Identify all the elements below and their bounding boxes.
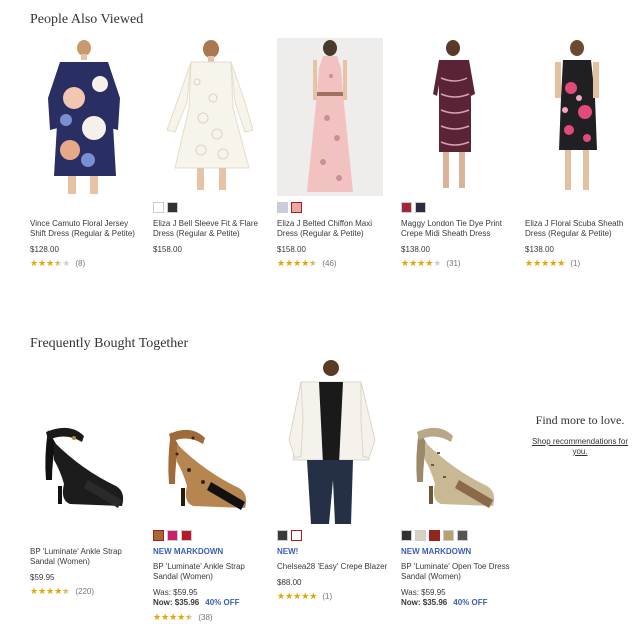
review-count[interactable]: (38) bbox=[198, 613, 212, 622]
review-count[interactable]: (1) bbox=[570, 259, 580, 268]
discount-label: 40% OFF bbox=[205, 598, 240, 607]
product-name[interactable]: Eliza J Bell Sleeve Fit & Flare Dress (R… bbox=[153, 219, 265, 239]
color-swatch[interactable] bbox=[153, 202, 164, 213]
color-swatch[interactable] bbox=[415, 202, 426, 213]
product-price: $128.00 bbox=[30, 245, 59, 254]
product-rating: ★★★★★★★★★★ (46) bbox=[277, 258, 389, 268]
product-name[interactable]: BP 'Luminate' Ankle Strap Sandal (Women) bbox=[30, 547, 142, 567]
product-name[interactable]: BP 'Luminate' Open Toe Dress Sandal (Wom… bbox=[401, 562, 513, 582]
swatch-row bbox=[401, 202, 513, 213]
product-price: $88.00 bbox=[277, 578, 302, 587]
review-count[interactable]: (220) bbox=[75, 587, 94, 596]
review-count[interactable]: (1) bbox=[322, 592, 332, 601]
review-count[interactable]: (31) bbox=[446, 259, 460, 268]
color-swatch-selected[interactable] bbox=[429, 530, 440, 541]
product-price: $158.00 bbox=[153, 245, 182, 254]
product-card[interactable]: NEW MARKDOWN BP 'Luminate' Ankle Strap S… bbox=[153, 360, 265, 622]
product-card[interactable]: Vince Camuto Floral Jersey Shift Dress (… bbox=[30, 38, 142, 268]
star-rating-icon: ★★★★★★★★★★ bbox=[401, 258, 442, 268]
color-swatch[interactable] bbox=[181, 530, 192, 541]
product-image[interactable] bbox=[277, 38, 383, 196]
product-card[interactable]: NEW! Chelsea28 'Easy' Crepe Blazer $88.0… bbox=[277, 360, 389, 601]
product-image[interactable] bbox=[277, 360, 389, 524]
color-swatch-selected[interactable] bbox=[291, 202, 302, 213]
section-title-frequently-bought-together: Frequently Bought Together bbox=[30, 336, 189, 351]
product-price: $158.00 bbox=[277, 245, 306, 254]
star-rating-icon: ★★★★★★★★★★ bbox=[153, 612, 194, 622]
was-price: Was: $59.95 bbox=[153, 588, 198, 597]
star-rating-icon: ★★★★★★★★★★ bbox=[30, 258, 71, 268]
color-swatch[interactable] bbox=[415, 530, 426, 541]
product-card[interactable]: Eliza J Floral Scuba Sheath Dress (Regul… bbox=[525, 38, 635, 268]
swatch-row bbox=[153, 530, 265, 541]
star-rating-icon: ★★★★★★★★★★ bbox=[30, 586, 71, 596]
now-price: Now: $35.96 40% OFF bbox=[153, 598, 240, 607]
swatch-row bbox=[30, 202, 142, 213]
color-swatch[interactable] bbox=[401, 202, 412, 213]
product-rating: ★★★★★★★★★★ (220) bbox=[30, 586, 142, 596]
product-card[interactable]: Eliza J Belted Chiffon Maxi Dress (Regul… bbox=[277, 38, 389, 268]
section-title-people-also-viewed: People Also Viewed bbox=[30, 12, 144, 27]
product-card[interactable]: NEW MARKDOWN BP 'Luminate' Open Toe Dres… bbox=[401, 360, 513, 608]
swatch-row bbox=[277, 530, 389, 541]
product-name[interactable]: Eliza J Floral Scuba Sheath Dress (Regul… bbox=[525, 219, 635, 239]
markdown-badge: NEW MARKDOWN bbox=[401, 547, 472, 556]
product-image[interactable] bbox=[30, 360, 142, 524]
color-swatch-selected[interactable] bbox=[153, 530, 164, 541]
product-name[interactable]: Maggy London Tie Dye Print Crepe Midi Sh… bbox=[401, 219, 513, 239]
product-name[interactable]: BP 'Luminate' Ankle Strap Sandal (Women) bbox=[153, 562, 265, 582]
product-rating: ★★★★★★★★★★ (8) bbox=[30, 258, 142, 268]
product-image[interactable] bbox=[153, 38, 265, 196]
star-rating-icon: ★★★★★★★★★★ bbox=[277, 258, 318, 268]
color-swatch[interactable] bbox=[457, 530, 468, 541]
star-rating-icon: ★★★★★★★★★★ bbox=[525, 258, 566, 268]
product-image[interactable] bbox=[153, 360, 265, 524]
product-image[interactable] bbox=[401, 360, 513, 524]
new-badge: NEW! bbox=[277, 547, 299, 556]
product-rating: ★★★★★★★★★★ (38) bbox=[153, 612, 265, 622]
product-price: $138.00 bbox=[525, 245, 554, 254]
product-image[interactable] bbox=[401, 38, 513, 196]
product-name[interactable]: Vince Camuto Floral Jersey Shift Dress (… bbox=[30, 219, 142, 239]
color-swatch[interactable] bbox=[401, 530, 412, 541]
swatch-row bbox=[525, 202, 635, 213]
color-swatch[interactable] bbox=[167, 202, 178, 213]
product-price: $59.95 bbox=[30, 573, 55, 582]
product-rating: ★★★★★★★★★★ (31) bbox=[401, 258, 513, 268]
product-card[interactable]: Maggy London Tie Dye Print Crepe Midi Sh… bbox=[401, 38, 513, 268]
product-price: $138.00 bbox=[401, 245, 430, 254]
review-count[interactable]: (8) bbox=[75, 259, 85, 268]
product-name[interactable]: Eliza J Belted Chiffon Maxi Dress (Regul… bbox=[277, 219, 389, 239]
swatch-row bbox=[277, 202, 389, 213]
recommendations-promo: Find more to love. Shop recommendations … bbox=[530, 414, 630, 457]
swatch-row bbox=[153, 202, 265, 213]
swatch-row bbox=[401, 530, 513, 541]
product-image[interactable] bbox=[525, 38, 635, 196]
product-card[interactable]: Eliza J Bell Sleeve Fit & Flare Dress (R… bbox=[153, 38, 265, 254]
product-image[interactable] bbox=[30, 38, 142, 196]
star-rating-icon: ★★★★★★★★★★ bbox=[277, 591, 318, 601]
color-swatch[interactable] bbox=[277, 530, 288, 541]
product-card[interactable]: BP 'Luminate' Ankle Strap Sandal (Women)… bbox=[30, 360, 142, 596]
review-count[interactable]: (46) bbox=[322, 259, 336, 268]
shop-recommendations-link[interactable]: Shop recommendations for you. bbox=[530, 437, 630, 457]
product-name[interactable]: Chelsea28 'Easy' Crepe Blazer bbox=[277, 562, 389, 572]
discount-label: 40% OFF bbox=[453, 598, 488, 607]
promo-heading: Find more to love. bbox=[535, 413, 625, 427]
product-rating: ★★★★★ ★★★★★ (1) bbox=[277, 591, 389, 601]
was-price: Was: $59.95 bbox=[401, 588, 446, 597]
markdown-badge: NEW MARKDOWN bbox=[153, 547, 224, 556]
color-swatch[interactable] bbox=[277, 202, 288, 213]
product-rating: ★★★★★ ★★★★★ (1) bbox=[525, 258, 635, 268]
color-swatch[interactable] bbox=[167, 530, 178, 541]
color-swatch[interactable] bbox=[443, 530, 454, 541]
now-price: Now: $35.96 40% OFF bbox=[401, 598, 488, 607]
swatch-row bbox=[30, 530, 142, 541]
color-swatch-selected[interactable] bbox=[291, 530, 302, 541]
